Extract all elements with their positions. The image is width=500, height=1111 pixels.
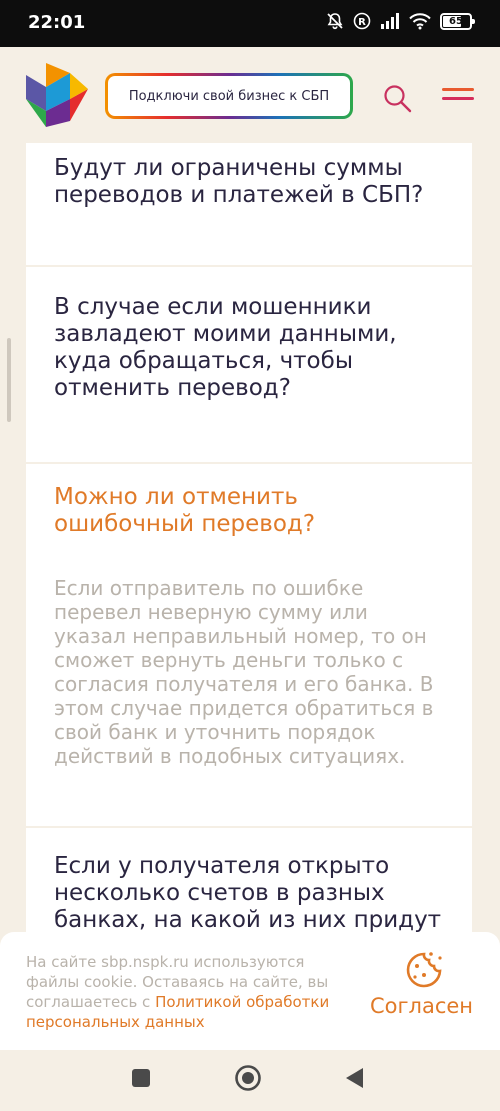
search-icon[interactable]	[382, 83, 412, 113]
cookie-banner: На сайте sbp.nspk.ru используются файлы …	[0, 932, 500, 1050]
wifi-icon	[409, 13, 431, 30]
connect-business-label: Подключи свой бизнес к СБП	[108, 76, 350, 116]
recent-apps-button[interactable]	[132, 1069, 150, 1087]
cookie-notice: На сайте sbp.nspk.ru используются файлы …	[26, 952, 346, 1032]
faq-item[interactable]: В случае если мошенники завладеют моими …	[26, 267, 472, 464]
faq-item-expanded[interactable]: Можно ли отменить ошибочный перевод? Есл…	[26, 464, 472, 828]
faq-list: Будут ли ограничены суммы переводов и пл…	[26, 143, 472, 953]
registered-icon: R	[353, 12, 371, 30]
faq-question: Можно ли отменить ошибочный перевод?	[54, 484, 316, 537]
faq-answer: Если отправитель по ошибке перевел невер…	[54, 576, 434, 768]
menu-icon[interactable]	[442, 86, 474, 108]
site-header: Подключи свой бизнес к СБП	[0, 47, 500, 143]
back-button[interactable]	[344, 1067, 364, 1089]
battery-level: 65	[449, 15, 463, 27]
faq-item[interactable]: Будут ли ограничены суммы переводов и пл…	[26, 143, 472, 267]
faq-question: Если у получателя открыто несколько счет…	[54, 853, 442, 933]
connect-business-button[interactable]: Подключи свой бизнес к СБП	[105, 73, 353, 119]
status-time: 22:01	[28, 12, 86, 33]
battery-icon: 65	[440, 12, 475, 30]
signal-icon	[381, 13, 399, 29]
sbp-logo[interactable]	[26, 61, 88, 129]
system-nav-bar	[0, 1050, 500, 1111]
cookie-icon	[406, 952, 442, 988]
agree-button[interactable]: Согласен	[364, 994, 479, 1024]
svg-text:R: R	[358, 17, 366, 28]
home-button[interactable]	[234, 1064, 262, 1092]
scroll-indicator	[7, 338, 11, 422]
status-icons: R 65	[326, 12, 475, 30]
faq-question: Будут ли ограничены суммы переводов и пл…	[54, 155, 424, 208]
faq-question: В случае если мошенники завладеют моими …	[54, 294, 397, 401]
status-bar: 22:01 R 65	[0, 0, 500, 47]
mute-icon	[327, 13, 343, 30]
